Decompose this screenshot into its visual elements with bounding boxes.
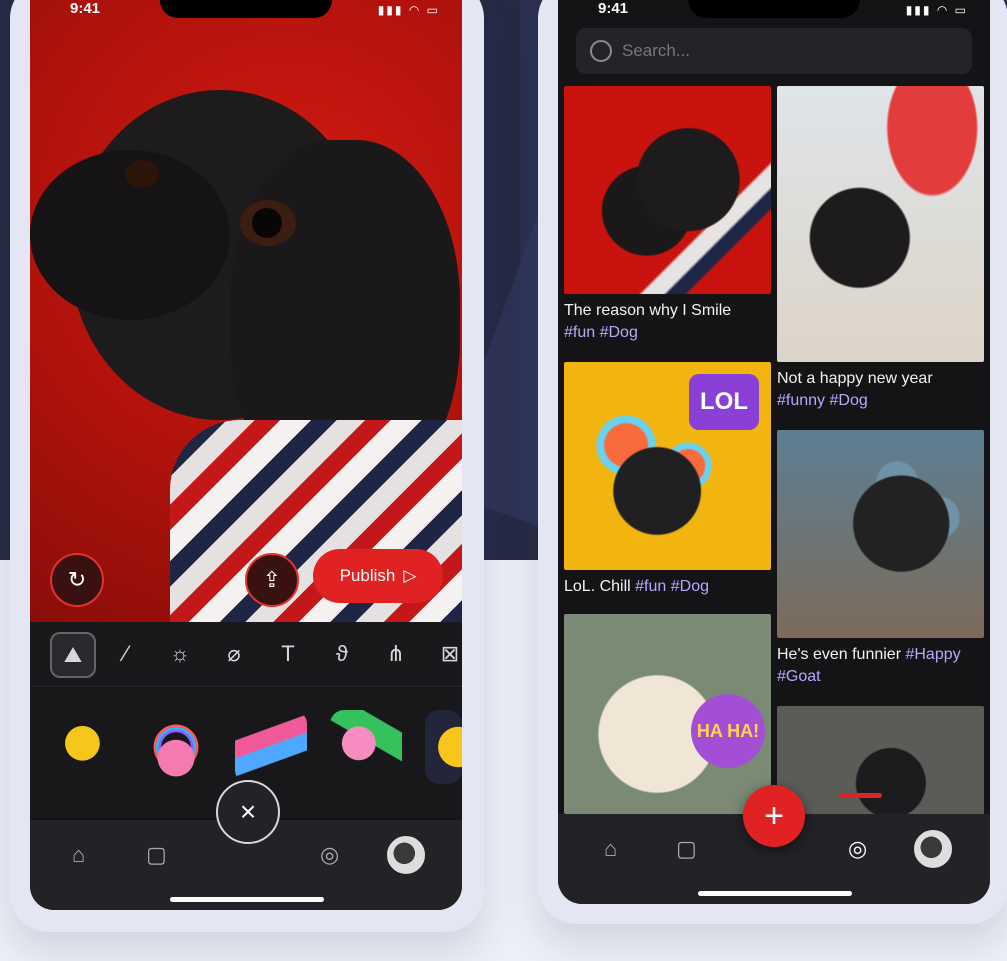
close-icon: × — [239, 796, 257, 827]
wand-icon: ⁄ — [124, 641, 128, 666]
post-card[interactable]: HA HA! — [564, 614, 771, 814]
notch — [688, 0, 860, 18]
feed-screen: 9:41 ▮▮▮ ◠ ▭ Search... The reason why I … — [558, 0, 990, 904]
home-icon[interactable]: ⌂ — [72, 842, 85, 868]
post-caption: LoL. Chill #fun #Dog — [564, 576, 771, 598]
post-image — [564, 86, 771, 294]
status-time: 9:41 — [70, 0, 101, 17]
post-image: HA HA! — [564, 614, 771, 814]
image-icon: ⛰ — [63, 642, 83, 667]
chat-icon[interactable]: ▢ — [146, 842, 167, 868]
blend-tool[interactable]: ϑ — [320, 632, 364, 676]
avatar[interactable] — [387, 836, 425, 874]
caption-text: Not a happy new year — [777, 370, 933, 387]
status-time: 9:41 — [598, 0, 629, 17]
status-icons: ▮▮▮ ◠ ▭ — [905, 3, 968, 17]
paint-sticker[interactable] — [235, 710, 307, 784]
post-image — [777, 86, 984, 362]
caption-tags[interactable]: #fun #Dog — [564, 324, 638, 341]
caption-text: He's even funnier — [777, 646, 902, 663]
home-icon[interactable]: ⌂ — [604, 836, 617, 862]
post-image — [777, 430, 984, 638]
brain-sticker[interactable] — [140, 710, 212, 784]
idea-sticker[interactable] — [50, 710, 122, 784]
caption-tags[interactable]: #funny #Dog — [777, 392, 868, 409]
status-bar: 9:41 ▮▮▮ ◠ ▭ — [30, 0, 462, 26]
frame-tool[interactable]: ⊠ — [428, 632, 462, 676]
post-image: LOL — [564, 362, 771, 570]
text-tool[interactable]: T — [266, 632, 310, 676]
lol-sticker: LOL — [689, 374, 759, 430]
post-card[interactable]: Not a happy new year #funny #Dog — [777, 86, 984, 412]
notch — [160, 0, 332, 18]
caption-tags[interactable]: #fun #Dog — [635, 578, 709, 595]
network-tool[interactable]: ⋔ — [374, 632, 418, 676]
brush-tool[interactable]: ⁄ — [104, 632, 148, 676]
search-placeholder: Search... — [622, 41, 691, 60]
close-button[interactable]: × — [216, 780, 280, 844]
undo-button[interactable]: ↻ — [50, 553, 104, 607]
phone-editor: 9:41 ▮▮▮ ◠ ▭ ↻ ⇪ Publish ▷ ⛰ ⁄ ☼ ⌀ T ϑ ⋔… — [10, 0, 484, 932]
nodes-icon: ⋔ — [386, 641, 406, 666]
status-bar: 9:41 ▮▮▮ ◠ ▭ — [558, 0, 990, 26]
undo-icon: ↻ — [67, 567, 87, 592]
piggy-bank-sticker[interactable] — [330, 710, 402, 784]
photo-preview: ↻ ⇪ Publish ▷ — [30, 0, 462, 622]
post-caption: The reason why I Smile #fun #Dog — [564, 300, 771, 344]
search-bar[interactable]: Search... — [576, 28, 972, 74]
add-post-button[interactable]: + — [743, 785, 805, 847]
post-card[interactable] — [777, 706, 984, 816]
publish-label: Publish — [339, 566, 396, 585]
post-caption: Not a happy new year #funny #Dog — [777, 368, 984, 412]
light-tool[interactable]: ☼ — [158, 632, 202, 676]
blend-icon: ϑ — [335, 641, 349, 666]
share-icon: ⇪ — [262, 567, 282, 592]
bandage-tool[interactable]: ⌀ — [212, 632, 256, 676]
search-icon — [590, 40, 612, 62]
publish-button[interactable]: Publish ▷ — [313, 549, 443, 603]
active-tab-marker — [840, 793, 882, 798]
post-card[interactable]: The reason why I Smile #fun #Dog — [564, 86, 771, 344]
phone-feed: 9:41 ▮▮▮ ◠ ▭ Search... The reason why I … — [538, 0, 1007, 924]
bandage-icon: ⌀ — [227, 641, 241, 666]
haha-sticker: HA HA! — [691, 694, 765, 768]
feed-grid: The reason why I Smile #fun #Dog LOL LoL… — [564, 86, 984, 816]
chat-icon[interactable]: ▢ — [676, 836, 697, 862]
editor-screen: 9:41 ▮▮▮ ◠ ▭ ↻ ⇪ Publish ▷ ⛰ ⁄ ☼ ⌀ T ϑ ⋔… — [30, 0, 462, 910]
sun-icon: ☼ — [169, 641, 191, 666]
share-button[interactable]: ⇪ — [245, 553, 299, 607]
post-card[interactable]: He's even funnier #Happy #Goat — [777, 430, 984, 688]
caption-text: The reason why I Smile — [564, 302, 732, 319]
plus-icon: + — [764, 796, 784, 835]
caption-text: LoL. Chill — [564, 578, 631, 595]
image-tool[interactable]: ⛰ — [50, 632, 96, 678]
camera-icon[interactable]: ◎ — [320, 842, 339, 868]
post-caption: He's even funnier #Happy #Goat — [777, 644, 984, 688]
avatar[interactable] — [914, 830, 952, 868]
play-icon: ▷ — [403, 566, 417, 585]
text-icon: T — [281, 641, 295, 666]
post-image — [777, 706, 984, 816]
home-indicator — [170, 897, 324, 902]
post-card[interactable]: LOL LoL. Chill #fun #Dog — [564, 362, 771, 598]
camera-icon[interactable]: ◎ — [848, 836, 867, 862]
tool-bar: ⛰ ⁄ ☼ ⌀ T ϑ ⋔ ⊠ — [30, 622, 462, 687]
sticker-partial[interactable] — [425, 710, 462, 784]
status-icons: ▮▮▮ ◠ ▭ — [377, 3, 440, 17]
home-indicator — [698, 891, 852, 896]
frame-icon: ⊠ — [440, 641, 460, 666]
